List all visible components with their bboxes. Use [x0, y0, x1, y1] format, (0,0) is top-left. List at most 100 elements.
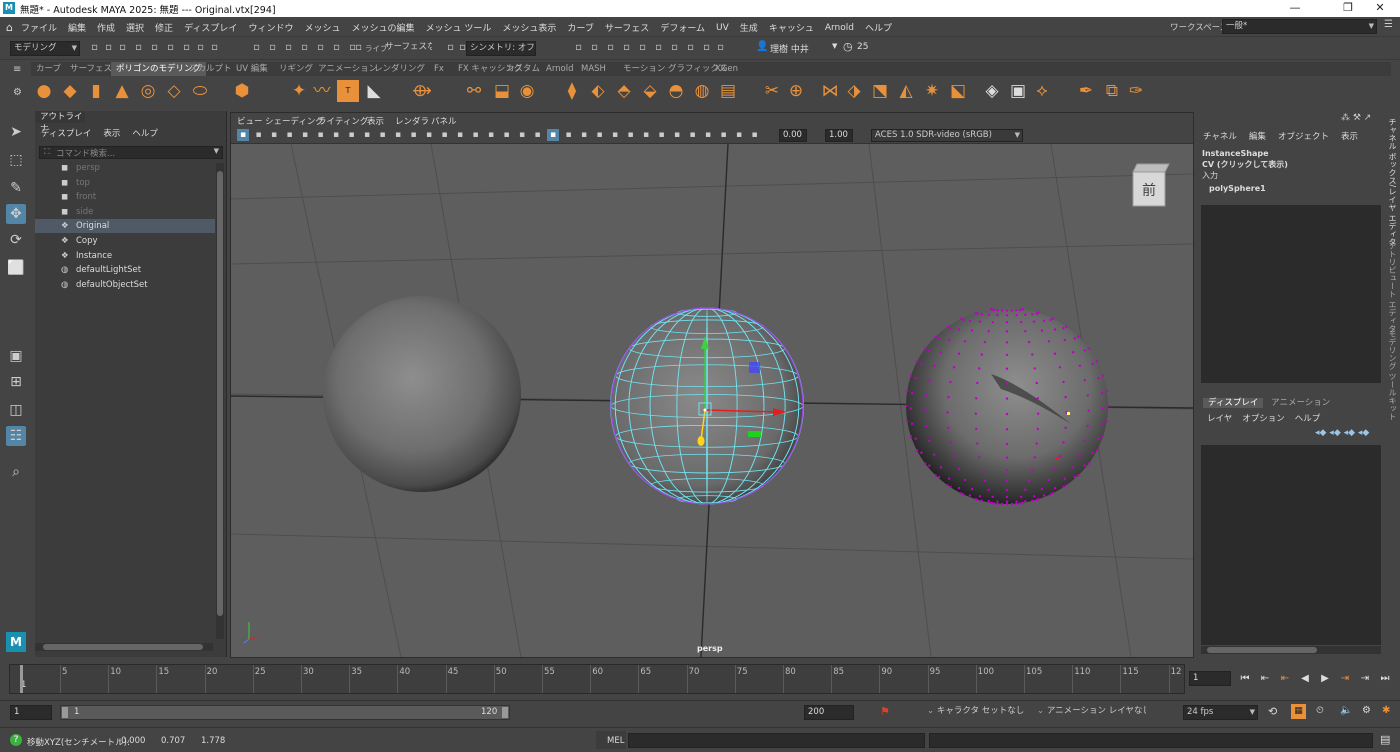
range-start-handle[interactable]: [62, 707, 68, 718]
status-tool-icon[interactable]: ▫: [652, 41, 665, 54]
viewport-tool-icon[interactable]: ▪: [749, 129, 761, 141]
shelf-tab[interactable]: カスタム: [501, 62, 545, 76]
bridge-icon[interactable]: ⬘: [613, 80, 635, 102]
viewport-tool-icon[interactable]: ▪: [361, 129, 373, 141]
current-frame-field[interactable]: 1: [1189, 671, 1231, 686]
scene-end-field[interactable]: 200: [804, 705, 854, 720]
cleanup-icon[interactable]: ▣: [1007, 80, 1029, 102]
shelf-tab[interactable]: Arnold: [541, 62, 579, 76]
outliner-menu-show[interactable]: 表示: [103, 127, 120, 139]
viewport-tool-icon[interactable]: ▪: [625, 129, 637, 141]
outliner-search-field[interactable]: ⛶ コマンド検索... ▼: [39, 146, 223, 159]
outliner-item-side[interactable]: ◼ side: [61, 205, 213, 219]
svg-icon[interactable]: T: [337, 80, 359, 102]
play-backwards-icon[interactable]: ◀: [1298, 672, 1312, 686]
outliner-item-defaultobjectset[interactable]: ◍ defaultObjectSet: [61, 278, 213, 292]
shelf-tab[interactable]: カーブ: [31, 62, 66, 76]
side-tab-channel-box[interactable]: チャネル ボックス/レイヤ エディタ: [1387, 118, 1398, 246]
current-time-marker[interactable]: [20, 665, 23, 693]
shelf-tab[interactable]: スカルプト: [184, 62, 237, 76]
append-polygon-icon[interactable]: ⬙: [639, 80, 661, 102]
layer-tab-animation[interactable]: アニメーション: [1266, 398, 1335, 408]
viewport-tool-icon[interactable]: ▪: [501, 129, 513, 141]
range-end-handle[interactable]: [502, 707, 508, 718]
status-tool-icon[interactable]: ▫: [456, 41, 469, 54]
cb-menu-channels[interactable]: チャネル: [1203, 130, 1237, 142]
move-tool-icon[interactable]: ✥: [6, 204, 26, 224]
layer-tab-display[interactable]: ディスプレイ: [1203, 398, 1264, 408]
user-chevron-icon[interactable]: ▼: [832, 42, 837, 50]
mel-toggle[interactable]: MEL: [596, 731, 626, 749]
gamma-field[interactable]: 1.00: [825, 129, 853, 142]
menu-modify[interactable]: 修正: [155, 21, 173, 34]
status-tool-icon[interactable]: ▫: [250, 41, 263, 54]
status-tool-icon[interactable]: ▫: [208, 41, 221, 54]
anim-layer-select[interactable]: ⌄ アニメーション レイヤなし: [1034, 705, 1146, 720]
vp-menu-view[interactable]: ビュー: [237, 115, 263, 127]
status-tool-icon[interactable]: ▫: [102, 41, 115, 54]
go-to-end-icon[interactable]: ⏭: [1378, 672, 1392, 686]
menu-mesh-display[interactable]: メッシュ表示: [502, 21, 556, 34]
fps-select[interactable]: 24 fps ▼: [1183, 705, 1258, 720]
live-surface-field[interactable]: サーフェスなし: [382, 41, 432, 56]
shelf-tab[interactable]: リギング: [274, 62, 318, 76]
outliner-item-persp[interactable]: ◼ persp: [61, 161, 213, 175]
status-tool-icon[interactable]: ▫: [352, 41, 365, 54]
menu-uv[interactable]: UV: [716, 23, 729, 33]
menu-mesh-tools[interactable]: メッシュ ツール: [425, 21, 491, 34]
shelf-tab[interactable]: レンダリング: [369, 62, 430, 76]
viewport-tool-icon[interactable]: ▪: [377, 129, 389, 141]
outliner-tab[interactable]: アウトライナ: [35, 111, 85, 134]
shelf-tab[interactable]: MASH: [576, 62, 611, 76]
viewport-tool-icon[interactable]: ▪: [330, 129, 342, 141]
shelf-menu-icon[interactable]: ≡: [13, 64, 21, 75]
viewport-tool-icon[interactable]: ▪: [547, 129, 559, 141]
play-forwards-icon[interactable]: ▶: [1318, 672, 1332, 686]
loop-icon[interactable]: ⟲: [1268, 705, 1277, 718]
side-by-side-icon[interactable]: ◫: [6, 400, 26, 420]
cb-input-node[interactable]: polySphere1: [1209, 184, 1266, 193]
viewport-tool-icon[interactable]: ▪: [671, 129, 683, 141]
viewport-tool-icon[interactable]: ▪: [609, 129, 621, 141]
layer-menu-help[interactable]: ヘルプ: [1295, 412, 1321, 424]
poly-torus-icon[interactable]: ◎: [137, 80, 159, 102]
viewport-tool-icon[interactable]: ▪: [485, 129, 497, 141]
viewport-tool-icon[interactable]: ▪: [594, 129, 606, 141]
status-tool-icon[interactable]: ▫: [668, 41, 681, 54]
uv-layout-icon[interactable]: ⬗: [843, 80, 865, 102]
viewport-tool-icon[interactable]: ▪: [268, 129, 280, 141]
go-to-start-icon[interactable]: ⏮: [1238, 672, 1252, 686]
menu-select[interactable]: 選択: [126, 21, 144, 34]
lattice-icon[interactable]: ⧉: [1101, 80, 1123, 102]
viewport-tool-icon[interactable]: ▪: [237, 129, 249, 141]
poly-disc-icon[interactable]: ⬭: [189, 80, 211, 102]
symmetry-select[interactable]: シンメトリ: オフ: [466, 41, 536, 56]
menu-file[interactable]: ファイル: [21, 21, 57, 34]
cb-menu-show[interactable]: 表示: [1341, 130, 1358, 142]
layer-action-icons[interactable]: ◂◆ ◂◆ ◂◆ ◂◆: [1315, 428, 1369, 438]
outliner-item-top[interactable]: ◼ top: [61, 176, 213, 190]
quad-draw-icon[interactable]: ⬔: [869, 80, 891, 102]
poly-cube-icon[interactable]: ◆: [59, 80, 81, 102]
viewport-tool-icon[interactable]: ▪: [454, 129, 466, 141]
menu-surfaces[interactable]: サーフェス: [605, 21, 649, 34]
outliner-item-original[interactable]: ❖ Original: [35, 219, 215, 234]
multi-cut-icon[interactable]: ✂: [761, 80, 783, 102]
cb-cv-label[interactable]: CV (クリックして表示): [1202, 159, 1288, 170]
bevel-icon[interactable]: ⬖: [587, 80, 609, 102]
rotate-tool-icon[interactable]: ⟳: [6, 230, 26, 250]
outliner-item-front[interactable]: ◼ front: [61, 190, 213, 204]
status-tool-icon[interactable]: ▫: [282, 41, 295, 54]
audio-icon[interactable]: 🔈: [1340, 705, 1352, 716]
playback-options-icon[interactable]: ⚙: [1362, 705, 1371, 716]
view-cube[interactable]: 前: [1132, 163, 1170, 207]
scene-start-field[interactable]: 1: [10, 705, 52, 720]
status-tool-icon[interactable]: ▫: [148, 41, 161, 54]
help-icon[interactable]: ?: [10, 734, 22, 746]
smooth-icon[interactable]: ◉: [516, 80, 538, 102]
target-weld-icon[interactable]: ⊕: [785, 80, 807, 102]
auto-key-icon[interactable]: ⚑: [880, 705, 890, 718]
combine-icon[interactable]: ⟴: [411, 80, 433, 102]
menu-create[interactable]: 作成: [97, 21, 115, 34]
reduce-icon[interactable]: ◈: [981, 80, 1003, 102]
